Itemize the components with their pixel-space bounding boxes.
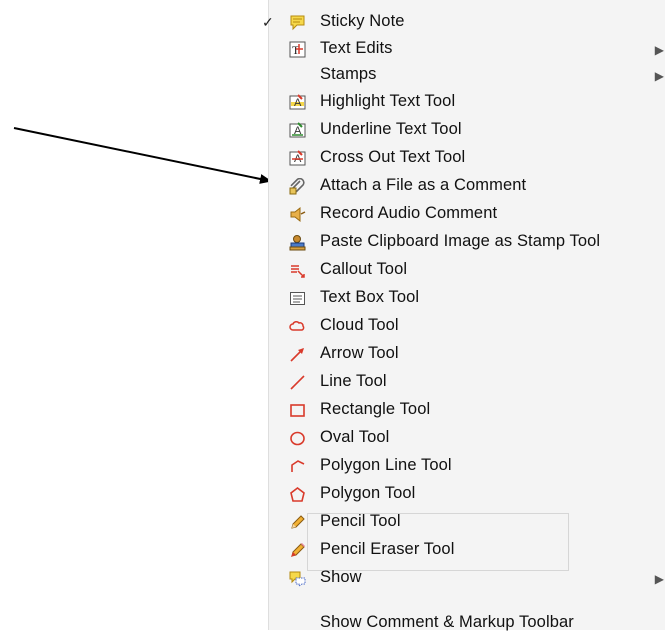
highlight-text-icon: A: [289, 94, 306, 111]
menu-item-pencil-eraser-tool[interactable]: Pencil Eraser Tool: [269, 538, 665, 562]
menu-item-label: Pencil Eraser Tool: [320, 540, 455, 558]
speaker-icon: [289, 206, 306, 223]
cloud-icon: [289, 318, 306, 335]
menu-item-show-comment-and-markup-toolbar[interactable]: Show Comment & Markup Toolbar: [269, 611, 665, 635]
submenu-arrow-icon: ▶: [654, 69, 664, 83]
polygon-icon: [289, 486, 306, 503]
line-icon: [289, 374, 306, 391]
sticky-note-icon: [289, 14, 306, 31]
menu-item-stamps[interactable]: Stamps ▶: [269, 63, 665, 87]
menu-item-show[interactable]: Show ▶: [269, 566, 665, 590]
cross-out-text-icon: A: [289, 150, 306, 167]
menu-item-cross-out-text-tool[interactable]: A Cross Out Text Tool: [269, 146, 665, 170]
menu-item-label: Cloud Tool: [320, 316, 399, 334]
checkmark-icon: ✓: [262, 14, 274, 30]
menu-item-paste-clipboard-image-as-stamp-tool[interactable]: Paste Clipboard Image as Stamp Tool: [269, 230, 665, 254]
menu-item-label: Sticky Note: [320, 12, 405, 30]
submenu-arrow-icon: ▶: [654, 43, 664, 57]
menu-item-arrow-tool[interactable]: Arrow Tool: [269, 342, 665, 366]
menu-item-attach-a-file-as-a-comment[interactable]: Attach a File as a Comment: [269, 174, 665, 198]
stamp-icon: [289, 234, 306, 251]
show-comments-icon: [289, 570, 306, 587]
menu-item-line-tool[interactable]: Line Tool: [269, 370, 665, 394]
menu-item-label: Record Audio Comment: [320, 204, 498, 222]
menu-item-oval-tool[interactable]: Oval Tool: [269, 426, 665, 450]
submenu-arrow-icon: ▶: [654, 572, 664, 586]
menu-item-polygon-line-tool[interactable]: Polygon Line Tool: [269, 454, 665, 478]
text-box-icon: [289, 290, 306, 307]
menu-item-label: Oval Tool: [320, 428, 390, 446]
pencil-icon: [289, 514, 306, 531]
menu-item-highlight-text-tool[interactable]: A Highlight Text Tool: [269, 90, 665, 114]
menu-item-text-box-tool[interactable]: Text Box Tool: [269, 286, 665, 310]
menu-item-sticky-note[interactable]: ✓ Sticky Note: [262, 10, 665, 34]
menu-item-underline-text-tool[interactable]: A Underline Text Tool: [269, 118, 665, 142]
rectangle-icon: [289, 402, 306, 419]
callout-icon: [289, 262, 306, 279]
menu-item-label: Stamps: [320, 65, 377, 83]
menu-item-label: Pencil Tool: [320, 512, 401, 530]
pointer-arrow: [13, 127, 272, 184]
menu-item-label: Text Box Tool: [320, 288, 420, 306]
paperclip-icon: [289, 178, 306, 195]
menu-item-label: Show: [320, 568, 362, 586]
menu-item-label: Show Comment & Markup Toolbar: [320, 613, 574, 631]
menu-item-rectangle-tool[interactable]: Rectangle Tool: [269, 398, 665, 422]
menu-item-cloud-tool[interactable]: Cloud Tool: [269, 314, 665, 338]
pencil-eraser-icon: [289, 542, 306, 559]
text-edits-icon: T: [289, 41, 306, 58]
menu-item-callout-tool[interactable]: Callout Tool: [269, 258, 665, 282]
menu-item-label: Attach a File as a Comment: [320, 176, 527, 194]
menu-item-label: Text Edits: [320, 39, 393, 57]
menu-item-label: Arrow Tool: [320, 344, 399, 362]
menu-item-label: Cross Out Text Tool: [320, 148, 466, 166]
underline-text-icon: A: [289, 122, 306, 139]
comment-tools-menu: ✓ Sticky Note T Text Edits ▶ Stamps ▶ A Highligh…: [262, 0, 665, 631]
menu-item-label: Polygon Line Tool: [320, 456, 452, 474]
arrow-icon: [289, 346, 306, 363]
polygon-line-icon: [289, 458, 306, 475]
menu-item-polygon-tool[interactable]: Polygon Tool: [269, 482, 665, 506]
menu-item-label: Polygon Tool: [320, 484, 416, 502]
menu-item-label: Paste Clipboard Image as Stamp Tool: [320, 232, 601, 250]
menu-item-label: Underline Text Tool: [320, 120, 462, 138]
menu-item-pencil-tool[interactable]: Pencil Tool: [269, 510, 665, 534]
oval-icon: [289, 430, 306, 447]
menu-item-text-edits[interactable]: T Text Edits ▶: [269, 37, 665, 61]
menu-item-record-audio-comment[interactable]: Record Audio Comment: [269, 202, 665, 226]
menu-item-label: Callout Tool: [320, 260, 408, 278]
menu-item-label: Line Tool: [320, 372, 387, 390]
menu-item-label: Rectangle Tool: [320, 400, 431, 418]
menu-item-label: Highlight Text Tool: [320, 92, 456, 110]
